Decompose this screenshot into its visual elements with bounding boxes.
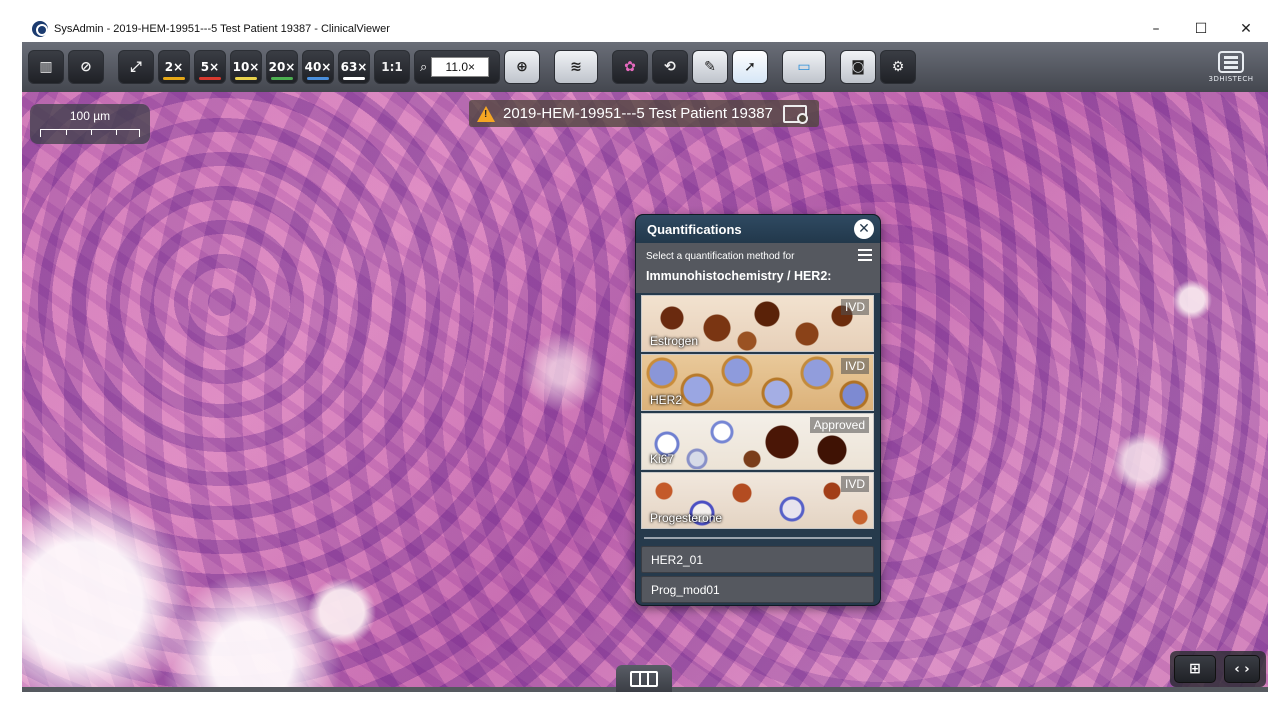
slide-label[interactable]: 2019-HEM-19951---5 Test Patient 19387 [469, 100, 819, 127]
method-badge: IVD [840, 476, 869, 492]
minimize-button[interactable]: – [1134, 15, 1178, 42]
slide-tray-toggle[interactable] [616, 665, 672, 692]
zoom-level-input[interactable] [431, 57, 490, 77]
grid-add-icon: ⊞ [1189, 661, 1201, 677]
method-name: Ki67 [650, 452, 675, 466]
zoom-2x-button[interactable]: 2× [158, 50, 190, 84]
expand-icon: ⤢ [130, 59, 142, 75]
panel-subheader: Select a quantification method for Immun… [636, 243, 880, 293]
slide-viewer-canvas[interactable]: ▥ ⊘ ⤢ 2× 5× 10× 20× 40× 63× 1:1 ⌕ ⊕ ≋ ✿ … [22, 42, 1268, 692]
scale-bar-ruler [40, 129, 140, 137]
prev-next-button[interactable]: ‹ › [1224, 655, 1260, 683]
pan-tool-button[interactable]: ➚ [732, 50, 768, 84]
zoom-1-1-button[interactable]: 1:1 [374, 50, 410, 84]
slide-label-text: 2019-HEM-19951---5 Test Patient 19387 [503, 105, 773, 122]
method-name: HER2 [650, 393, 683, 407]
zoom-40x-button[interactable]: 40× [302, 50, 334, 84]
panel-divider [644, 537, 872, 539]
zoom-field: ⌕ [414, 50, 500, 84]
fit-to-screen-button[interactable]: ⤢ [118, 50, 154, 84]
method-progesterone[interactable]: IVD Progesterone [641, 472, 874, 529]
panel-header: Quantifications [636, 215, 880, 243]
ruler-icon: ▭ [797, 59, 811, 75]
measure-button[interactable]: ▭ [782, 50, 826, 84]
gear-icon: ⚙ [891, 59, 905, 75]
method-badge: Approved [809, 417, 869, 433]
slide-tray-button[interactable]: ▥ [28, 50, 64, 84]
chevron-left-right-icon: ‹ › [1234, 661, 1250, 677]
main-toolbar: ▥ ⊘ ⤢ 2× 5× 10× 20× 40× 63× 1:1 ⌕ ⊕ ≋ ✿ … [22, 42, 1268, 92]
scale-bar: 100 µm [30, 104, 150, 144]
scale-bar-label: 100 µm [69, 109, 111, 123]
rotate-button[interactable]: ⟲ [652, 50, 688, 84]
annotation-button[interactable]: ✎ [692, 50, 728, 84]
hamburger-menu-icon[interactable] [858, 249, 872, 261]
zoom-5x-button[interactable]: 5× [194, 50, 226, 84]
zoom-in-button[interactable]: ⊕ [504, 50, 540, 84]
3d-view-button[interactable]: ≋ [554, 50, 598, 84]
pointer-hand-icon: ➚ [744, 59, 756, 75]
warning-icon [477, 105, 495, 122]
zoom-in-icon: ⊕ [516, 59, 528, 75]
fluorescence-button[interactable]: ✿ [612, 50, 648, 84]
vendor-logo: 3DHISTECH [1200, 46, 1262, 88]
model-prog-mod01[interactable]: Prog_mod01 [641, 576, 874, 603]
method-badge: IVD [840, 358, 869, 374]
panel-title: Quantifications [647, 221, 742, 237]
color-channels-icon: ✿ [624, 59, 636, 75]
panel-context: Immunohistochemistry / HER2: [646, 269, 832, 283]
layout-grid-button[interactable]: ⊞ [1174, 655, 1216, 683]
method-name: Estrogen [650, 334, 699, 348]
slide-info-icon[interactable] [782, 104, 808, 124]
zoom-63x-button[interactable]: 63× [338, 50, 370, 84]
model-her2-01[interactable]: HER2_01 [641, 546, 874, 573]
app-logo-icon [32, 20, 48, 37]
rotate-icon: ⟲ [664, 59, 676, 75]
panel-subtitle: Select a quantification method for [646, 251, 795, 262]
vendor-logo-text: 3DHISTECH [1208, 75, 1254, 83]
barcode-icon: ▥ [39, 59, 53, 75]
close-window-button[interactable]: ✕ [1224, 15, 1268, 42]
compass-icon: ⊘ [80, 59, 92, 75]
camera-icon: ◙ [851, 59, 865, 75]
method-estrogen[interactable]: IVD Estrogen [641, 295, 874, 352]
method-badge: IVD [840, 299, 869, 315]
method-ki67[interactable]: Approved Ki67 [641, 413, 874, 470]
navigator-button[interactable]: ⊘ [68, 50, 104, 84]
quantifications-panel: Quantifications ✕ Select a quantificatio… [635, 214, 881, 606]
pen-icon: ✎ [704, 59, 716, 75]
window-title: SysAdmin - 2019-HEM-19951---5 Test Patie… [54, 22, 390, 35]
zoom-10x-button[interactable]: 10× [230, 50, 262, 84]
method-her2[interactable]: IVD HER2 [641, 354, 874, 411]
zoom-20x-button[interactable]: 20× [266, 50, 298, 84]
slides-icon [630, 670, 658, 687]
maximize-button[interactable]: ☐ [1179, 15, 1223, 42]
snapshot-button[interactable]: ◙ [840, 50, 876, 84]
vendor-logo-icon [1218, 51, 1244, 73]
layers-3d-icon: ≋ [570, 59, 582, 75]
method-name: Progesterone [650, 511, 723, 525]
magnifier-icon: ⌕ [420, 59, 428, 74]
bottom-right-controls: ⊞ ‹ › [1170, 651, 1266, 687]
window-titlebar: SysAdmin - 2019-HEM-19951---5 Test Patie… [22, 15, 1268, 42]
settings-help-button[interactable]: ⚙ [880, 50, 916, 84]
panel-close-button[interactable]: ✕ [854, 219, 874, 239]
